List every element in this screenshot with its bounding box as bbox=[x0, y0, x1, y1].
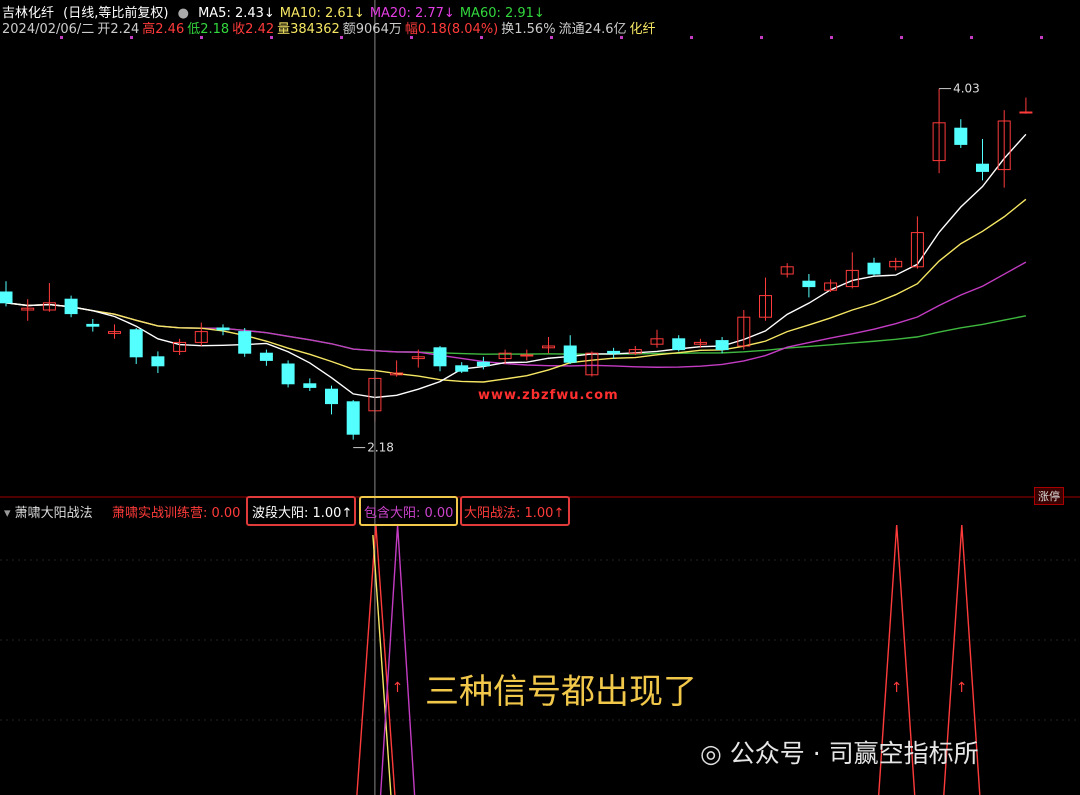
quote-item: 流通24.6亿 bbox=[558, 22, 627, 37]
indicator-header: ▾ 萧啸大阳战法 bbox=[4, 502, 93, 521]
quote-item: 化纤 bbox=[629, 22, 656, 37]
watermark-url: www.zbzfwu.com bbox=[478, 388, 619, 403]
candle-body bbox=[954, 127, 968, 145]
candle-body bbox=[129, 329, 143, 358]
candle-body bbox=[151, 356, 165, 367]
candle-body bbox=[607, 350, 621, 354]
candle-body bbox=[715, 340, 729, 351]
quote-item: 低2.18 bbox=[187, 22, 230, 37]
candle-body bbox=[563, 345, 577, 363]
grid-dot bbox=[830, 36, 833, 39]
wechat-icon: ◎ bbox=[700, 739, 730, 768]
candle-body bbox=[433, 347, 447, 367]
grid-dot bbox=[1040, 36, 1043, 39]
candle-body bbox=[802, 280, 816, 288]
candle-body bbox=[64, 298, 78, 315]
up-arrow-icon: ↑ bbox=[956, 680, 968, 696]
candle-body bbox=[455, 365, 469, 372]
quote-item: 量384362 bbox=[277, 22, 340, 37]
indicator-value-training: 萧啸实战训练营: 0.00 bbox=[112, 506, 241, 521]
wechat-watermark: ◎ 公众号 · 司赢空指标所 bbox=[700, 734, 979, 770]
candle-body bbox=[976, 163, 989, 172]
candle-body bbox=[346, 401, 360, 435]
grid-dot bbox=[760, 36, 763, 39]
candle-body bbox=[86, 323, 100, 327]
indicator-toggle-icon[interactable]: ▾ bbox=[4, 506, 11, 521]
candle-body bbox=[520, 354, 534, 357]
candle-body bbox=[325, 388, 338, 405]
candle-body bbox=[1019, 111, 1033, 114]
quote-item: 额9064万 bbox=[342, 22, 402, 37]
ma20-line bbox=[5, 261, 1027, 368]
candle-body bbox=[0, 291, 13, 304]
up-arrow-icon: ↑ bbox=[891, 680, 903, 696]
quote-item: 开2.24 bbox=[97, 22, 140, 37]
highlight-box-yang bbox=[460, 496, 570, 526]
candle-body bbox=[476, 361, 490, 367]
caption: 三种信号都出现了 bbox=[425, 672, 697, 712]
quote-item: 换1.56% bbox=[501, 22, 556, 37]
indicator-name: 萧啸大阳战法 bbox=[14, 506, 93, 521]
candle-body bbox=[672, 338, 686, 351]
quote-item: 2024/02/06/二 bbox=[2, 22, 95, 37]
grid-dot bbox=[970, 36, 973, 39]
quote-line: 2024/02/06/二 开2.24 高2.46 低2.18 收2.42 量384362 额… bbox=[2, 18, 659, 37]
ma60-line bbox=[5, 302, 1027, 355]
quote-item: 幅0.18(8.04%) bbox=[404, 22, 499, 37]
candle-body bbox=[216, 327, 230, 331]
quote-item: 收2.42 bbox=[232, 22, 275, 37]
candle-body bbox=[281, 363, 295, 385]
grid-dot bbox=[900, 36, 903, 39]
up-arrow-icon: ↑ bbox=[392, 680, 404, 696]
watermark-text: 公众号 · 司赢空指标所 bbox=[729, 739, 979, 768]
quote-item: 高2.46 bbox=[142, 22, 185, 37]
low-label: 2.18 bbox=[367, 441, 394, 455]
highlight-box-include bbox=[359, 496, 458, 526]
candle-body bbox=[867, 262, 881, 275]
candle-body bbox=[303, 383, 317, 388]
candle-body bbox=[259, 352, 273, 361]
highlight-box-band bbox=[246, 496, 356, 526]
high-label: 4.03 bbox=[953, 82, 980, 96]
candle-body bbox=[238, 331, 252, 354]
limit-up-tag: 涨停 bbox=[1034, 487, 1064, 505]
grid-dot bbox=[690, 36, 693, 39]
